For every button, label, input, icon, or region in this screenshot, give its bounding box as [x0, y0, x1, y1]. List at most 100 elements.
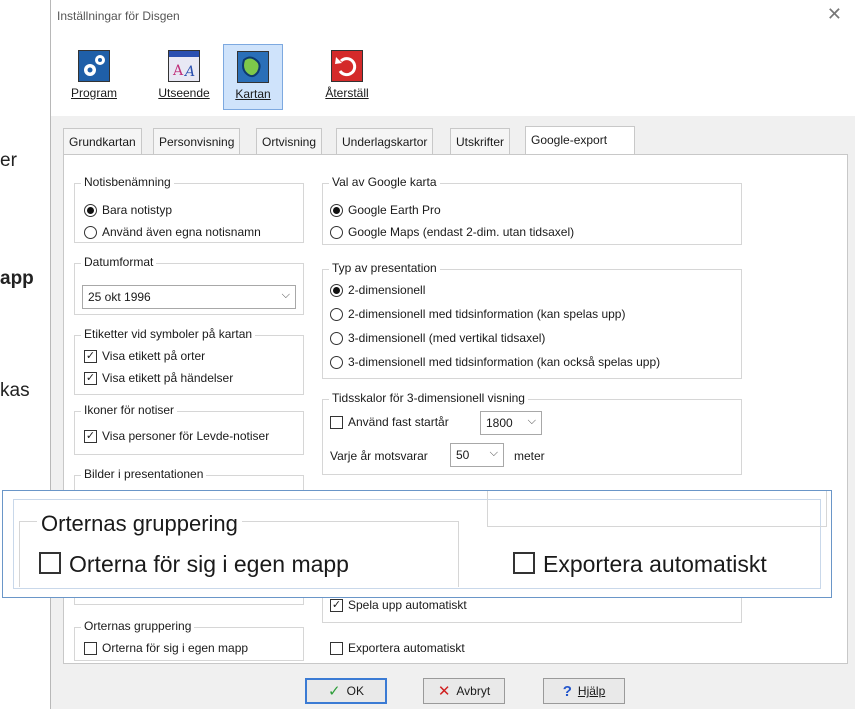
tab-grundkartan[interactable]: Grundkartan: [63, 128, 142, 154]
svg-text:A: A: [172, 63, 184, 79]
tab-personvisning[interactable]: Personvisning: [153, 128, 241, 154]
startar-select[interactable]: 1800 ⌵: [480, 411, 542, 435]
close-icon: ✕: [437, 683, 451, 700]
check-icon: ✓: [84, 429, 97, 443]
radio-3d[interactable]: 3-dimensionell (med vertikal tidsaxel): [330, 331, 545, 345]
toolbar-label: Utseende: [158, 86, 210, 100]
toolbar: Program AA Utseende Kartan Återställ: [51, 30, 855, 116]
check-icon: ✓: [330, 598, 343, 612]
toolbar-button-utseende[interactable]: AA Utseende: [153, 44, 215, 110]
checkbox-label: Visa personer för Levde-notiser: [102, 429, 270, 443]
tab-underlagskartor[interactable]: Underlagskartor: [336, 128, 434, 154]
radio-egna-notisnamn[interactable]: Använd även egna notisnamn: [84, 225, 261, 239]
radio-label: Google Maps (endast 2-dim. utan tidsaxel…: [348, 225, 575, 239]
group-caption: Notisbenämning: [81, 175, 174, 189]
radio-indicator: [84, 203, 97, 217]
radio-indicator: [330, 355, 343, 369]
radio-indicator: [330, 203, 343, 217]
tab-google-export[interactable]: Google-export: [525, 126, 635, 154]
varje-ar-label: Varje år motsvarar: [330, 449, 428, 463]
checkbox-spela-upp[interactable]: ✓ Spela upp automatiskt: [330, 598, 467, 612]
varje-ar-select[interactable]: 50 ⌵: [450, 443, 504, 467]
help-icon: ?: [562, 682, 572, 700]
zoom-checkbox-box: [513, 552, 535, 574]
screenshot-stage: er app kas Inställningar för Disgen ✕ Pr…: [0, 0, 855, 709]
zoom-checkbox-box: [39, 552, 61, 574]
button-label: Avbryt: [456, 684, 491, 698]
checkbox-box: [330, 641, 343, 655]
radio-indicator: [330, 283, 343, 297]
zoom-checkbox-label: Exportera automatiskt: [543, 551, 767, 577]
checkbox-label: Använd fast startår: [348, 415, 449, 429]
settings-dialog: Inställningar för Disgen ✕ Program AA Ut…: [50, 0, 855, 709]
background-text-fragment: app: [0, 268, 34, 289]
chevron-down-icon: ⌵: [527, 415, 536, 427]
group-etiketter: Etiketter vid symboler på kartan: [74, 327, 304, 395]
svg-text:A: A: [183, 64, 195, 80]
checkbox-box: [84, 641, 97, 655]
title-bar: Inställningar för Disgen ✕: [51, 0, 855, 30]
button-label: OK: [346, 684, 364, 698]
group-caption: Ikoner för notiser: [81, 403, 178, 417]
unit-label: meter: [514, 449, 545, 463]
toolbar-label: Kartan: [235, 87, 271, 101]
cancel-button[interactable]: ✕ Avbryt: [423, 678, 505, 704]
radio-label: 3-dimensionell (med vertikal tidsaxel): [348, 331, 546, 345]
radio-label: 2-dimensionell: [348, 283, 426, 297]
radio-3d-tid[interactable]: 3-dimensionell med tidsinformation (kan …: [330, 355, 660, 369]
gears-icon: [78, 50, 110, 82]
checkbox-etikett-orter[interactable]: ✓ Visa etikett på orter: [84, 349, 205, 363]
button-bar: ✓ OK ✕ Avbryt ? Hjälp: [51, 666, 855, 709]
checkbox-orter-egen-mapp[interactable]: Orterna för sig i egen mapp: [84, 641, 248, 655]
toolbar-label: Återställ: [325, 86, 369, 100]
group-caption: Etiketter vid symboler på kartan: [81, 327, 256, 341]
close-icon[interactable]: ✕: [827, 4, 842, 25]
tab-ortvisning[interactable]: Ortvisning: [256, 128, 323, 154]
window-title: Inställningar för Disgen: [57, 9, 180, 23]
select-value: 1800: [486, 416, 513, 430]
checkbox-levde-notiser[interactable]: ✓ Visa personer för Levde-notiser: [84, 429, 269, 443]
chevron-down-icon: ⌵: [281, 289, 290, 301]
checkbox-label: Spela upp automatiskt: [348, 598, 467, 612]
toolbar-button-program[interactable]: Program: [65, 44, 123, 110]
datumformat-select[interactable]: 25 okt 1996 ⌵: [82, 285, 296, 309]
checkbox-label: Visa etikett på händelser: [102, 371, 234, 385]
group-caption: Val av Google karta: [329, 175, 440, 189]
radio-label: Google Earth Pro: [348, 203, 441, 217]
zoom-caption: Orternas gruppering: [37, 511, 242, 537]
radio-bara-notistyp[interactable]: Bara notistyp: [84, 203, 172, 217]
radio-label: Bara notistyp: [102, 203, 173, 217]
toolbar-button-kartan[interactable]: Kartan: [223, 44, 283, 110]
fonts-icon: AA: [168, 50, 200, 82]
help-button[interactable]: ? Hjälp: [543, 678, 625, 704]
check-icon: ✓: [328, 683, 341, 700]
checkbox-label: Visa etikett på orter: [102, 349, 206, 363]
radio-label: 3-dimensionell med tidsinformation (kan …: [348, 355, 661, 369]
background-text-fragment: kas: [0, 380, 30, 401]
radio-google-earth[interactable]: Google Earth Pro: [330, 203, 441, 217]
checkbox-box: [330, 415, 343, 429]
group-caption: Tidsskalor för 3-dimensionell visning: [329, 391, 528, 405]
toolbar-button-aterstall[interactable]: Återställ: [317, 44, 377, 110]
radio-2d-tid[interactable]: 2-dimensionell med tidsinformation (kan …: [330, 307, 625, 321]
radio-indicator: [330, 307, 343, 321]
tab-utskrifter[interactable]: Utskrifter: [450, 128, 510, 154]
checkbox-fast-startar[interactable]: Använd fast startår: [330, 415, 449, 429]
radio-label: Använd även egna notisnamn: [102, 225, 261, 239]
ok-button[interactable]: ✓ OK: [305, 678, 387, 704]
radio-indicator: [330, 225, 343, 239]
chevron-down-icon: ⌵: [489, 447, 498, 459]
checkbox-exportera[interactable]: Exportera automatiskt: [330, 641, 465, 655]
background-text-fragment: er: [0, 150, 17, 171]
radio-google-maps[interactable]: Google Maps (endast 2-dim. utan tidsaxel…: [330, 225, 574, 239]
radio-indicator: [84, 225, 97, 239]
group-caption: Bilder i presentationen: [81, 467, 207, 481]
radio-label: 2-dimensionell med tidsinformation (kan …: [348, 307, 626, 321]
check-icon: ✓: [84, 371, 97, 385]
select-value: 25 okt 1996: [88, 290, 151, 304]
checkbox-label: Orterna för sig i egen mapp: [102, 641, 249, 655]
checkbox-etikett-handelser[interactable]: ✓ Visa etikett på händelser: [84, 371, 233, 385]
radio-2d[interactable]: 2-dimensionell: [330, 283, 425, 297]
group-caption: Datumformat: [81, 255, 157, 269]
toolbar-label: Program: [70, 86, 117, 100]
